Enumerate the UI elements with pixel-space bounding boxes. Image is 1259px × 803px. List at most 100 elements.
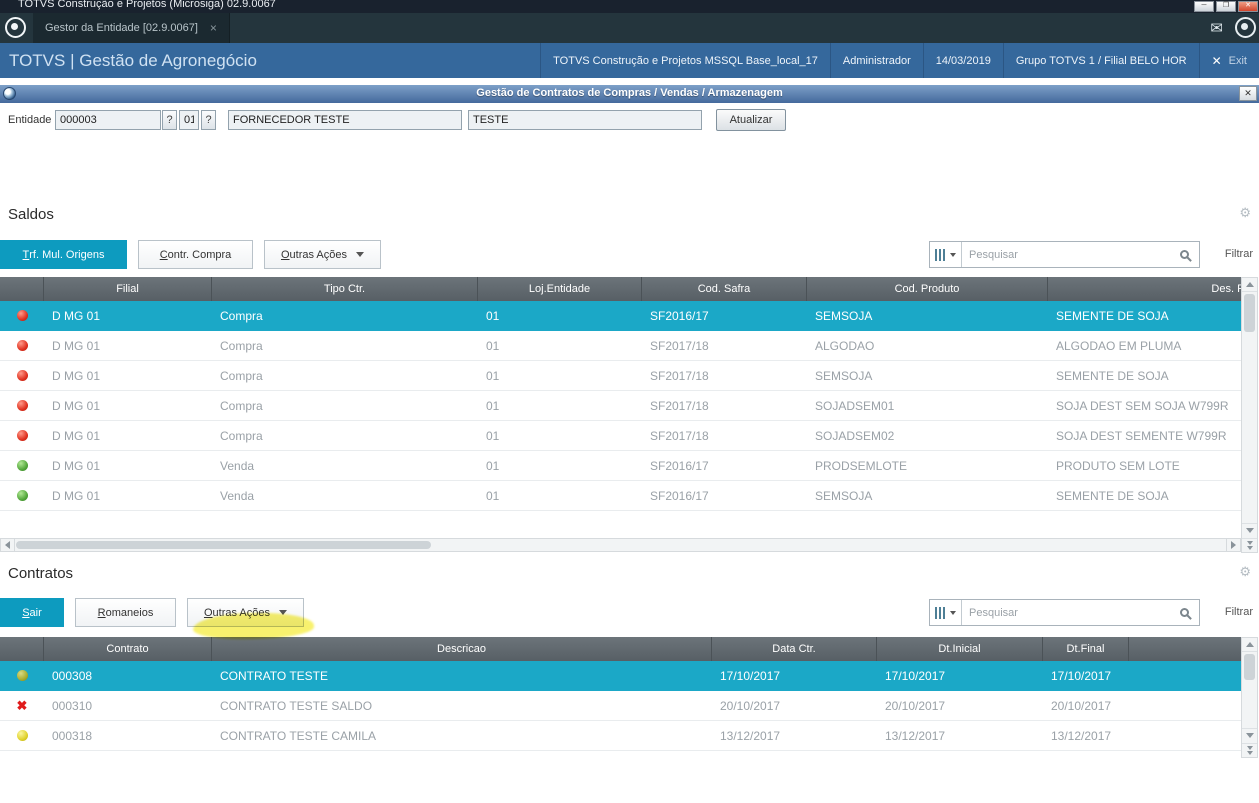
column-header-loj-entidade[interactable]: Loj.Entidade <box>478 277 642 301</box>
saldos-section-title: Saldos <box>8 206 54 223</box>
table-row[interactable]: D MG 01 Compra 01 SF2016/17 SEMSOJA SEME… <box>0 301 1241 331</box>
exit-button[interactable]: Exit <box>1198 43 1259 78</box>
mdi-close-icon[interactable]: ✕ <box>1239 86 1257 101</box>
gear-icon[interactable] <box>1239 205 1251 221</box>
exit-label: Exit <box>1228 54 1247 67</box>
table-row[interactable]: D MG 01 Venda 01 SF2016/17 SEMSOJA SEMEN… <box>0 481 1241 511</box>
trf-mul-origens-button[interactable]: Trf. Mul. Origens <box>0 240 127 269</box>
totvs-app-window: TOTVS Construção e Projetos (Microsiga) … <box>0 0 1259 803</box>
chevron-down-icon <box>356 252 365 257</box>
maximize-icon[interactable] <box>1216 1 1236 12</box>
table-row[interactable]: D MG 01 Compra 01 SF2017/18 ALGODAO ALGO… <box>0 331 1241 361</box>
column-header-tipo-ctr[interactable]: Tipo Ctr. <box>212 277 478 301</box>
column-header-data-ctr[interactable]: Data Ctr. <box>712 637 877 661</box>
entity-code-field[interactable] <box>55 110 161 130</box>
chevron-down-icon <box>950 610 956 615</box>
entity-name-field[interactable] <box>228 110 462 130</box>
sair-button[interactable]: Sair <box>0 598 64 627</box>
table-row[interactable]: D MG 01 Compra 01 SF2017/18 SOJADSEM01 S… <box>0 391 1241 421</box>
status-red-icon <box>16 340 28 351</box>
column-header-filial[interactable]: Filial <box>44 277 212 301</box>
minimize-icon[interactable] <box>1194 1 1214 12</box>
scroll-up-icon[interactable] <box>1242 638 1257 652</box>
error-x-icon <box>17 700 28 711</box>
outras-acoes-button[interactable]: Outras Ações <box>187 598 304 627</box>
column-header-dt-inicial[interactable]: Dt.Inicial <box>877 637 1043 661</box>
scroll-page-down-icon[interactable] <box>1242 743 1257 757</box>
saldos-grid-header: Filial Tipo Ctr. Loj.Entidade Cod. Safra… <box>0 277 1241 301</box>
column-header-dt-final[interactable]: Dt.Final <box>1043 637 1129 661</box>
status-red-icon <box>16 370 28 381</box>
status-green-icon <box>16 490 28 501</box>
saldos-filter-link[interactable]: Filtrar <box>1225 248 1253 260</box>
saldos-grid: Filial Tipo Ctr. Loj.Entidade Cod. Safra… <box>0 277 1241 511</box>
tab-close-icon[interactable] <box>210 21 217 35</box>
refresh-button[interactable]: Atualizar <box>716 109 786 131</box>
scroll-page-down-icon[interactable] <box>1242 538 1257 552</box>
os-titlebar: TOTVS Construção e Projetos (Microsiga) … <box>0 0 1259 13</box>
contratos-filter-link[interactable]: Filtrar <box>1225 606 1253 618</box>
tab-bar: Gestor da Entidade [02.9.0067] <box>0 13 1259 43</box>
column-header-descricao[interactable]: Descricao <box>212 637 712 661</box>
contratos-vertical-scrollbar[interactable] <box>1241 637 1258 758</box>
saldos-search-group <box>929 241 1200 268</box>
app-brand-title: TOTVS | Gestão de Agronegócio <box>9 51 257 70</box>
saldos-search-input[interactable] <box>962 248 1180 261</box>
column-header-contrato[interactable]: Contrato <box>44 637 212 661</box>
tab-label: Gestor da Entidade [02.9.0067] <box>45 22 198 34</box>
session-date: 14/03/2019 <box>922 43 1003 78</box>
scroll-right-icon[interactable] <box>1226 539 1240 551</box>
table-row[interactable]: D MG 01 Venda 01 SF2016/17 PRODSEMLOTE P… <box>0 451 1241 481</box>
status-column-header[interactable] <box>0 277 44 301</box>
status-red-icon <box>16 400 28 411</box>
romaneios-button[interactable]: Romaneios <box>75 598 176 627</box>
status-yellow-icon <box>16 730 28 741</box>
table-row[interactable]: 000310 CONTRATO TESTE SALDO 20/10/2017 2… <box>0 691 1241 721</box>
column-header-cod-produto[interactable]: Cod. Produto <box>807 277 1048 301</box>
gear-icon[interactable] <box>1239 564 1251 580</box>
scroll-down-icon[interactable] <box>1242 523 1257 537</box>
close-icon[interactable] <box>1238 1 1258 12</box>
contr-compra-button[interactable]: Contr. Compra <box>138 240 253 269</box>
totvs-logo-icon[interactable] <box>5 17 26 38</box>
mail-icon[interactable] <box>1210 19 1223 37</box>
column-config-button[interactable] <box>930 600 962 625</box>
column-config-button[interactable] <box>930 242 962 267</box>
window-controls <box>1194 1 1258 12</box>
chevron-down-icon <box>279 610 288 615</box>
exit-x-icon <box>1212 54 1222 68</box>
table-row[interactable]: 000308 CONTRATO TESTE 17/10/2017 17/10/2… <box>0 661 1241 691</box>
store-code-lookup-button[interactable]: ? <box>201 110 216 130</box>
contratos-search-group <box>929 599 1200 626</box>
column-header-des-produto[interactable]: Des. Produto <box>1048 277 1241 301</box>
table-row[interactable]: 000318 CONTRATO TESTE CAMILA 13/12/2017 … <box>0 721 1241 751</box>
scroll-up-icon[interactable] <box>1242 278 1257 292</box>
entity-code-lookup-button[interactable]: ? <box>162 110 177 130</box>
status-column-header[interactable] <box>0 637 44 661</box>
contratos-search-input[interactable] <box>962 606 1180 619</box>
saldos-horizontal-scrollbar[interactable] <box>0 538 1241 552</box>
scroll-down-icon[interactable] <box>1242 728 1257 742</box>
tab-gestor-da-entidade[interactable]: Gestor da Entidade [02.9.0067] <box>33 13 230 43</box>
contratos-grid-header: Contrato Descricao Data Ctr. Dt.Inicial … <box>0 637 1241 661</box>
outras-acoes-button[interactable]: Outras Ações <box>264 240 381 269</box>
column-header-cod-safra[interactable]: Cod. Safra <box>642 277 807 301</box>
os-window-title: TOTVS Construção e Projetos (Microsiga) … <box>18 0 276 10</box>
scrollbar-thumb[interactable] <box>16 541 431 549</box>
status-green-icon <box>16 460 28 471</box>
scrollbar-thumb[interactable] <box>1244 294 1255 332</box>
totvs-circle-icon[interactable] <box>1235 17 1256 38</box>
status-olive-icon <box>16 670 28 681</box>
store-code-field[interactable] <box>179 110 199 130</box>
search-icon <box>1180 608 1189 617</box>
status-red-icon <box>16 430 28 441</box>
environment-name: TOTVS Construção e Projetos MSSQL Base_l… <box>540 43 830 78</box>
scrollbar-thumb[interactable] <box>1244 654 1255 680</box>
table-row[interactable]: D MG 01 Compra 01 SF2017/18 SEMSOJA SEME… <box>0 361 1241 391</box>
table-row[interactable]: D MG 01 Compra 01 SF2017/18 SOJADSEM02 S… <box>0 421 1241 451</box>
contratos-toolbar: Sair Romaneios Outras Ações Filtrar <box>0 598 1259 628</box>
entity-short-name-field[interactable] <box>468 110 702 130</box>
saldos-vertical-scrollbar[interactable] <box>1241 277 1258 553</box>
scroll-left-icon[interactable] <box>1 539 15 551</box>
entity-form: Entidade ? ? Atualizar <box>0 103 1259 137</box>
